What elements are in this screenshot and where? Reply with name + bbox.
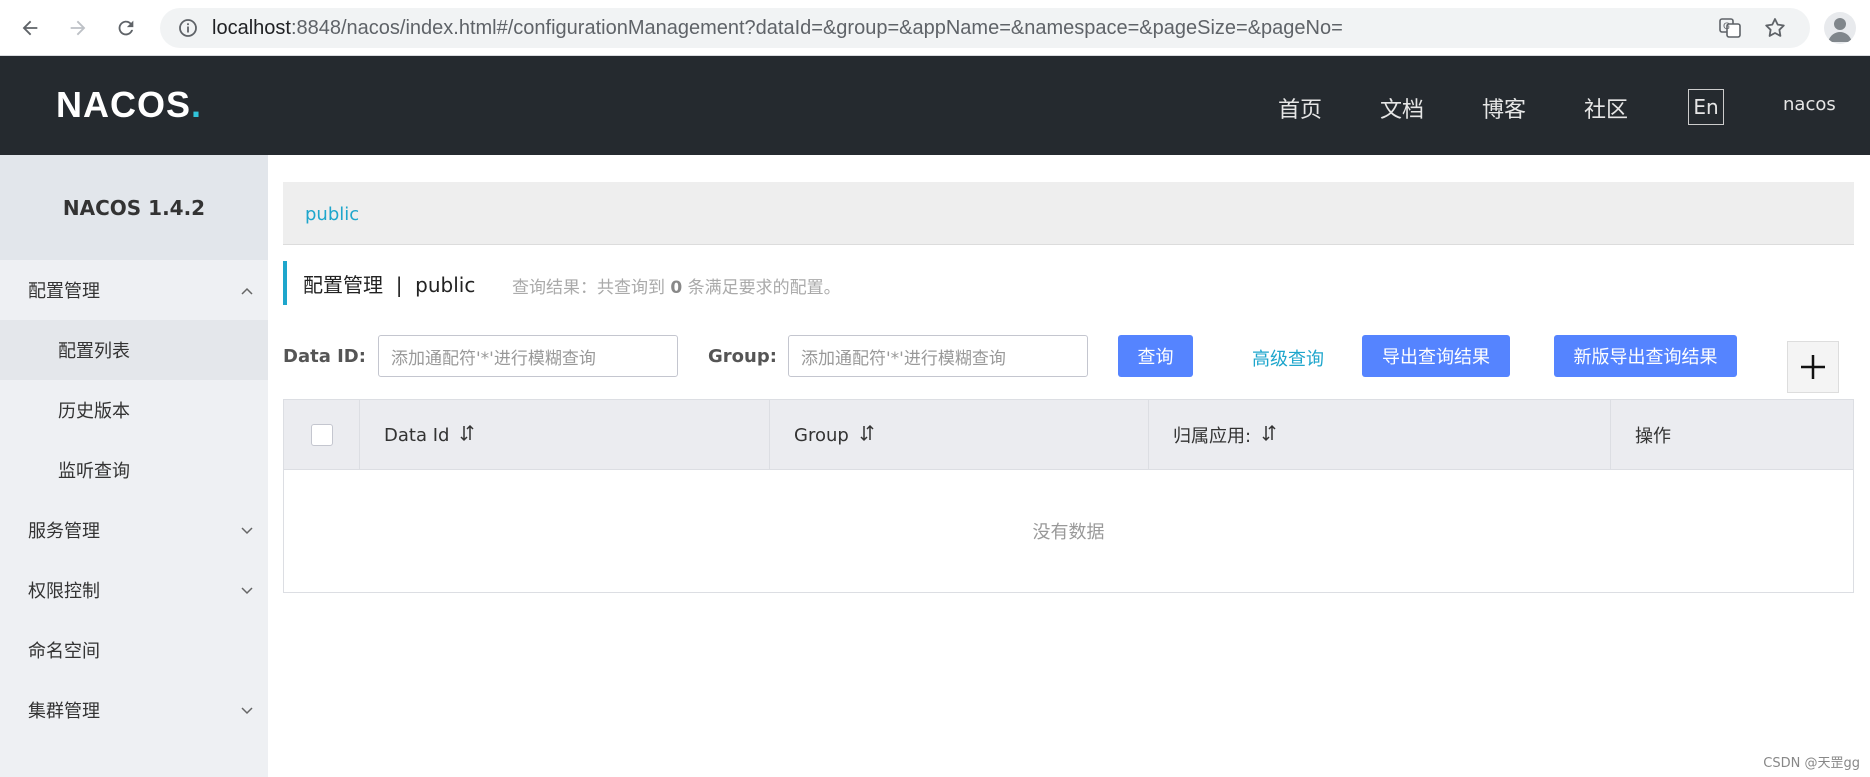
url-path: :8848/nacos/index.html#/configurationMan… bbox=[290, 17, 1343, 39]
search-button[interactable]: 查询 bbox=[1118, 335, 1193, 377]
watermark: CSDN @天罡gg bbox=[1763, 756, 1860, 771]
reload-icon[interactable] bbox=[110, 12, 142, 44]
sidebar-item-label: 配置管理 bbox=[28, 281, 100, 302]
column-label: Group bbox=[794, 424, 849, 446]
page-title-block: 配置管理 | public bbox=[283, 261, 475, 305]
sidebar-item-config-management[interactable]: 配置管理 bbox=[0, 260, 268, 320]
nav-blog[interactable]: 博客 bbox=[1482, 92, 1526, 124]
browser-toolbar: localhost:8848/nacos/index.html#/configu… bbox=[0, 0, 1870, 56]
nacos-logo[interactable]: NACOS. bbox=[56, 84, 202, 126]
chevron-down-icon bbox=[240, 702, 254, 723]
nav-community[interactable]: 社区 bbox=[1584, 92, 1628, 124]
config-table: Data Id Group 归属应用: 操作 没有数据 bbox=[283, 399, 1854, 593]
sidebar-item-service-management[interactable]: 服务管理 bbox=[0, 500, 268, 560]
chevron-up-icon bbox=[240, 282, 254, 303]
dataid-label: Data ID: bbox=[283, 346, 366, 367]
nav-docs[interactable]: 文档 bbox=[1380, 92, 1424, 124]
bookmark-star-icon[interactable] bbox=[1763, 16, 1787, 44]
chevron-down-icon bbox=[240, 582, 254, 603]
sidebar-item-access-control[interactable]: 权限控制 bbox=[0, 560, 268, 620]
logo-text: NACOS bbox=[56, 84, 192, 125]
chevron-down-icon bbox=[240, 522, 254, 543]
column-header-dataid[interactable]: Data Id bbox=[359, 400, 769, 470]
summary-count: 0 bbox=[670, 278, 683, 298]
dataid-search-input[interactable]: 添加通配符'*'进行模糊查询 bbox=[378, 335, 678, 377]
select-all-checkbox[interactable] bbox=[310, 424, 333, 446]
sidebar-item-cluster-management[interactable]: 集群管理 bbox=[0, 680, 268, 740]
page-title: 配置管理 | public bbox=[303, 272, 476, 297]
sort-icon[interactable] bbox=[459, 424, 475, 447]
sidebar-item-history[interactable]: 历史版本 bbox=[0, 380, 268, 440]
column-label: 操作 bbox=[1635, 426, 1671, 447]
sidebar-item-label: 权限控制 bbox=[28, 581, 100, 602]
sidebar-item-label: 服务管理 bbox=[28, 521, 100, 542]
column-label: Data Id bbox=[384, 424, 450, 446]
sidebar-item-config-list[interactable]: 配置列表 bbox=[0, 320, 268, 380]
sidebar: NACOS 1.4.2 配置管理 配置列表 历史版本 监听查询 服务管理 权限控… bbox=[0, 155, 268, 777]
query-summary: 查询结果：共查询到 0 条满足要求的配置。 bbox=[512, 273, 841, 298]
nav-home[interactable]: 首页 bbox=[1278, 92, 1322, 124]
export-results-button[interactable]: 导出查询结果 bbox=[1362, 335, 1510, 377]
group-search-input[interactable]: 添加通配符'*'进行模糊查询 bbox=[788, 335, 1088, 377]
sidebar-title: NACOS 1.4.2 bbox=[0, 155, 268, 260]
translate-icon[interactable]: G bbox=[1718, 16, 1742, 44]
table-header: Data Id Group 归属应用: 操作 bbox=[284, 400, 1853, 470]
url-text: localhost:8848/nacos/index.html#/configu… bbox=[212, 17, 1343, 40]
address-bar[interactable]: localhost:8848/nacos/index.html#/configu… bbox=[160, 8, 1810, 48]
sidebar-item-label: 配置列表 bbox=[58, 341, 130, 362]
back-arrow-icon[interactable] bbox=[14, 12, 46, 44]
summary-suffix: 条满足要求的配置。 bbox=[682, 278, 841, 298]
sidebar-item-label: 集群管理 bbox=[28, 701, 100, 722]
sidebar-item-label: 历史版本 bbox=[58, 401, 130, 422]
sidebar-item-label: 命名空间 bbox=[28, 641, 100, 662]
sidebar-item-label: 监听查询 bbox=[58, 461, 130, 482]
column-header-app[interactable]: 归属应用: bbox=[1148, 400, 1610, 470]
column-header-group[interactable]: Group bbox=[769, 400, 1148, 470]
group-label: Group: bbox=[708, 346, 777, 367]
summary-prefix: 查询结果：共查询到 bbox=[512, 278, 671, 298]
sort-icon[interactable] bbox=[1261, 424, 1277, 447]
current-user[interactable]: nacos bbox=[1783, 94, 1836, 115]
namespace-breadcrumb: public bbox=[283, 182, 1854, 245]
site-info-icon[interactable] bbox=[178, 18, 198, 42]
app-header: NACOS. 首页 文档 博客 社区 En nacos bbox=[0, 56, 1870, 155]
namespace-link-public[interactable]: public bbox=[305, 204, 359, 225]
export-results-new-button[interactable]: 新版导出查询结果 bbox=[1554, 335, 1737, 377]
forward-arrow-icon[interactable] bbox=[62, 12, 94, 44]
column-header-actions: 操作 bbox=[1610, 400, 1853, 470]
sort-icon[interactable] bbox=[859, 424, 875, 447]
profile-avatar-icon[interactable] bbox=[1824, 12, 1856, 44]
advanced-search-link[interactable]: 高级查询 bbox=[1252, 345, 1324, 371]
select-all-cell bbox=[284, 400, 359, 470]
add-config-button[interactable] bbox=[1787, 341, 1839, 393]
svg-text:G: G bbox=[1723, 22, 1730, 32]
logo-dot: . bbox=[191, 84, 203, 125]
sidebar-item-namespace[interactable]: 命名空间 bbox=[0, 620, 268, 680]
url-host: localhost bbox=[212, 17, 291, 39]
column-label: 归属应用: bbox=[1173, 426, 1252, 447]
sidebar-item-listener-query[interactable]: 监听查询 bbox=[0, 440, 268, 500]
language-toggle-button[interactable]: En bbox=[1688, 89, 1724, 125]
plus-icon bbox=[1801, 355, 1825, 379]
empty-state: 没有数据 bbox=[1032, 522, 1105, 543]
